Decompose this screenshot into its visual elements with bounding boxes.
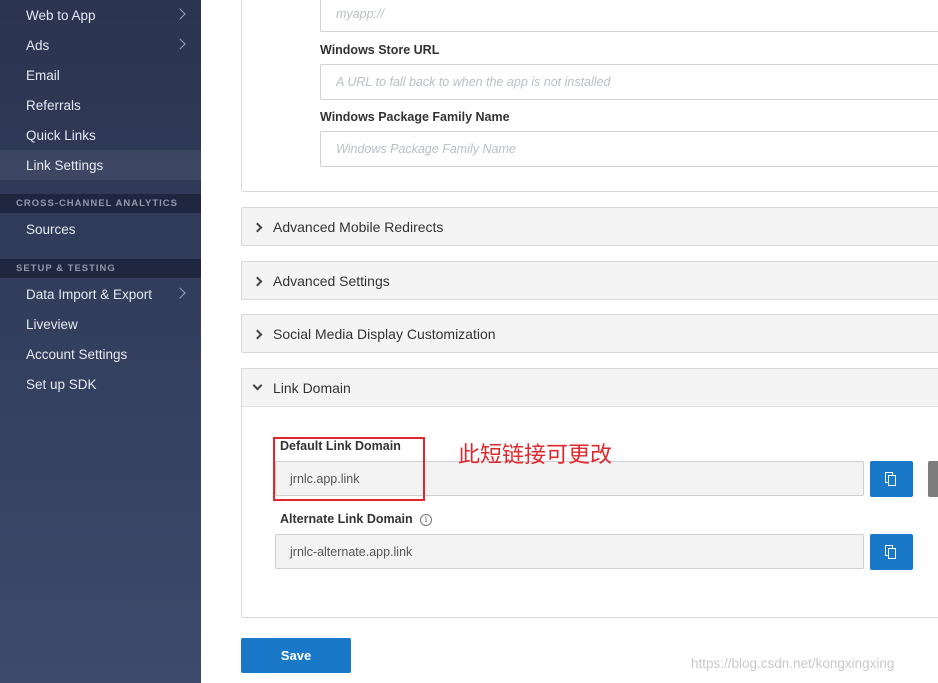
accordion-link-domain[interactable]: Link Domain	[242, 369, 938, 407]
copy-icon-front	[888, 548, 896, 559]
section-header-analytics: CROSS-CHANNEL ANALYTICS	[0, 194, 201, 213]
annotation-text: 此短链接可更改	[458, 443, 613, 468]
edit-domain-button[interactable]	[928, 461, 938, 497]
alternate-link-domain-field[interactable]: jrnlc-alternate.app.link	[275, 534, 864, 569]
nav-item-label: Referrals	[26, 97, 81, 113]
sidebar: Web to App Ads Email Referrals Quick Lin…	[0, 0, 201, 683]
nav-item-label: Sources	[26, 221, 76, 237]
chevron-right-icon	[252, 329, 263, 340]
info-icon[interactable]: i	[420, 514, 432, 526]
nav-item-data-import-export[interactable]: Data Import & Export	[0, 279, 201, 309]
copy-icon-front	[888, 475, 896, 486]
accordion-advanced-settings[interactable]: Advanced Settings	[241, 261, 938, 300]
nav-item-email[interactable]: Email	[0, 60, 201, 90]
chevron-right-icon	[174, 38, 186, 50]
chevron-right-icon	[252, 276, 263, 287]
watermark: https://blog.csdn.net/kongxingxing	[691, 656, 895, 671]
alternate-link-domain-label: Alternate Link Domain	[280, 512, 413, 526]
nav-item-label: Quick Links	[26, 127, 96, 143]
accordion-label: Advanced Settings	[273, 272, 390, 289]
accordion-advanced-mobile-redirects[interactable]: Advanced Mobile Redirects	[241, 207, 938, 246]
windows-package-label: Windows Package Family Name	[320, 110, 510, 124]
nav-item-label: Email	[26, 67, 60, 83]
nav-item-liveview[interactable]: Liveview	[0, 309, 201, 339]
windows-package-input[interactable]: Windows Package Family Name	[320, 131, 938, 167]
nav-item-referrals[interactable]: Referrals	[0, 90, 201, 120]
nav-item-quick-links[interactable]: Quick Links	[0, 120, 201, 150]
chevron-right-icon	[174, 8, 186, 20]
nav-item-link-settings[interactable]: Link Settings	[0, 150, 201, 180]
accordion-social-media-display[interactable]: Social Media Display Customization	[241, 314, 938, 353]
nav-item-sources[interactable]: Sources	[0, 214, 201, 244]
nav-item-label: Liveview	[26, 316, 78, 332]
windows-uri-input[interactable]: myapp://	[320, 0, 938, 32]
nav-item-label: Link Settings	[26, 157, 104, 173]
nav-item-set-up-sdk[interactable]: Set up SDK	[0, 369, 201, 399]
copy-default-domain-button[interactable]	[870, 461, 913, 497]
nav-item-label: Set up SDK	[26, 376, 97, 392]
windows-store-url-input[interactable]: A URL to fall back to when the app is no…	[320, 64, 938, 100]
chevron-right-icon	[174, 287, 186, 299]
nav-item-web-to-app[interactable]: Web to App	[0, 0, 201, 30]
accordion-label: Social Media Display Customization	[273, 325, 496, 342]
accordion-label: Link Domain	[273, 379, 351, 396]
nav-item-label: Data Import & Export	[26, 286, 153, 302]
accordion-label: Advanced Mobile Redirects	[273, 218, 444, 235]
nav-item-ads[interactable]: Ads	[0, 30, 201, 60]
nav-item-label: Ads	[26, 37, 50, 53]
save-button[interactable]: Save	[241, 638, 351, 673]
nav-item-label: Web to App	[26, 7, 96, 23]
chevron-right-icon	[252, 222, 263, 233]
windows-store-url-label: Windows Store URL	[320, 43, 440, 57]
copy-alternate-domain-button[interactable]	[870, 534, 913, 570]
default-link-domain-label: Default Link Domain	[280, 439, 401, 453]
chevron-down-icon	[252, 380, 263, 391]
section-header-setup: SETUP & TESTING	[0, 259, 201, 278]
nav-item-account-settings[interactable]: Account Settings	[0, 339, 201, 369]
nav-item-label: Account Settings	[26, 346, 128, 362]
